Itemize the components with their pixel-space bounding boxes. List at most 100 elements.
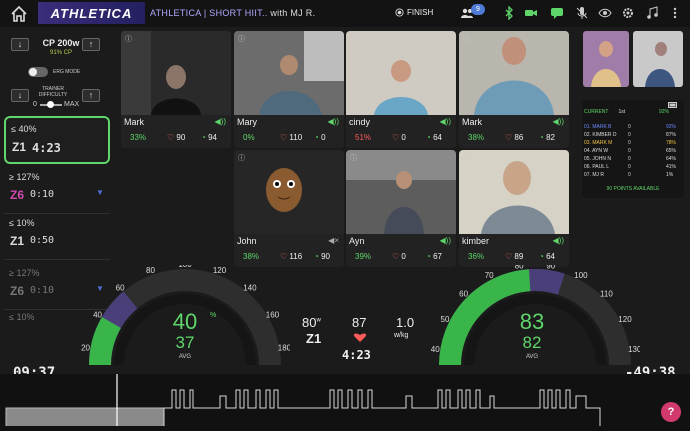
participant-tile[interactable]: ⓘ cindy ◀)) 51% 0 64 — [346, 31, 456, 148]
power-unit: % — [210, 312, 216, 319]
cp-value: CP 200w — [42, 38, 80, 48]
segment-target: ≤ 10% — [9, 218, 35, 228]
participant-tile[interactable]: ⓘ Mary ◀)) 0% 110 0 — [234, 31, 344, 148]
gauge-tick-label: 120 — [618, 315, 632, 324]
cp-increase-button[interactable]: ↑ — [82, 38, 100, 51]
gauge-tick-label: 40 — [431, 345, 440, 354]
participant-pct: 38% — [243, 252, 260, 261]
power-unit-w: w — [316, 317, 321, 324]
cp-decrease-button[interactable]: ↓ — [11, 38, 29, 51]
participant-cadence: 94 — [201, 133, 217, 142]
video-camera-icon[interactable] — [524, 6, 538, 20]
segment-time: 0:50 — [30, 235, 55, 246]
instructor-video[interactable] — [583, 31, 629, 87]
participant-pct: 51% — [355, 133, 372, 142]
participant-video — [459, 150, 569, 234]
avg-label: AVG — [526, 354, 539, 360]
leaderboard-pct: 92% — [659, 109, 670, 115]
participant-hr: 86 — [505, 133, 523, 142]
participant-tile[interactable]: ⓘ Ayn ◀)) 39% 0 67 — [346, 150, 456, 267]
gauge-tick-label: 60 — [116, 284, 125, 293]
gauge-tick-label: 140 — [243, 284, 257, 293]
difficulty-decrease-button[interactable]: ↓ — [11, 89, 29, 102]
segment-target: ≤ 40% — [11, 124, 37, 134]
participant-tile[interactable]: ⓘ kimber ◀)) 36% 89 64 — [459, 150, 569, 267]
finish-button[interactable]: FINISH — [395, 8, 433, 17]
gauge-tick-label: 130 — [628, 345, 640, 354]
participant-name: Mark — [124, 117, 144, 127]
power-value: 80 — [302, 315, 317, 330]
cadence-avg: 82 — [523, 333, 542, 352]
athletica-logo[interactable]: ATHLETICA — [38, 2, 145, 24]
avg-label: AVG — [179, 354, 192, 360]
participant-cadence: 90 — [314, 252, 330, 261]
gauge-tick-label: 180 — [278, 343, 290, 352]
gauge-tick-label: 80 — [515, 265, 524, 270]
participant-hr: 90 — [167, 133, 185, 142]
gauge-tick-label: 100 — [574, 271, 588, 280]
segment-time: 0:10 — [30, 285, 55, 296]
battery-icon — [668, 102, 677, 108]
bluetooth-icon[interactable] — [502, 6, 516, 20]
heart-rate-icon — [353, 333, 367, 342]
wkg-value: 1.0 — [396, 315, 415, 330]
erg-mode-toggle[interactable] — [28, 67, 48, 77]
segment-time: 0:10 — [30, 189, 55, 200]
gauge-tick-label: 120 — [213, 266, 227, 275]
power-gauge: 20 40 60 80 100 120 140 160 180 40 % 37 AVG — [81, 265, 290, 366]
wkg-unit: w/kg — [394, 332, 409, 339]
gauge-tick-label: 20 — [81, 343, 90, 352]
speaker-icon: ◀)) — [327, 117, 339, 126]
home-icon[interactable] — [9, 4, 29, 24]
music-icon[interactable] — [645, 6, 659, 20]
info-icon: ⓘ — [350, 36, 357, 43]
heart-rate: 87 — [352, 315, 367, 330]
trainer-difficulty-label: TRAINER DIFFICULTY — [38, 86, 68, 98]
segment-time: 4:23 — [32, 141, 61, 155]
participant-pct: 39% — [355, 252, 372, 261]
participant-name: cindy — [349, 117, 371, 127]
points-available: 90 POINTS AVAILABLE — [606, 186, 660, 192]
microphone-muted-icon[interactable] — [575, 6, 589, 20]
difficulty-slider[interactable] — [40, 101, 62, 108]
segment-zone: Z1 — [12, 140, 27, 154]
info-icon: ⓘ — [125, 36, 132, 43]
current-zone: Z1 — [306, 331, 322, 346]
participant-hr: 89 — [505, 252, 523, 261]
power-current: 40 — [173, 309, 197, 334]
speaker-icon: ◀)) — [552, 236, 564, 245]
segment-target: ≤ 10% — [9, 312, 35, 322]
settings-icon[interactable] — [621, 6, 635, 20]
self-video[interactable] — [633, 31, 683, 87]
participant-pct: 33% — [130, 133, 147, 142]
eye-icon[interactable] — [598, 6, 612, 20]
participant-name: Mark — [462, 117, 482, 127]
class-name: ATHLETICA | SHORT HIIT.. — [150, 8, 268, 18]
participant-hr: 116 — [280, 252, 302, 261]
power-watts: 80w — [302, 315, 321, 330]
cadence-current: 83 — [520, 309, 544, 334]
info-icon: ⓘ — [463, 36, 470, 43]
participant-tile[interactable]: ⓘ John ◀× 38% 116 90 — [234, 150, 344, 267]
participant-tile[interactable]: ⓘ Mark ◀)) 33% 90 94 — [121, 31, 231, 148]
workout-profile[interactable] — [0, 374, 690, 431]
participant-tile[interactable]: ⓘ Mark ◀)) 38% 86 82 — [459, 31, 569, 148]
help-button[interactable]: ? — [661, 402, 681, 422]
participant-hr: 0 — [392, 133, 405, 142]
gauge-tick-label: 90 — [546, 265, 555, 270]
info-icon: ⓘ — [463, 155, 470, 162]
difficulty-increase-button[interactable]: ↑ — [82, 89, 100, 102]
leaderboard: CURRENT 1st 92% 01. MARK B 0 92% 02. KIMBER… — [582, 100, 684, 198]
info-icon: ⓘ — [238, 155, 245, 162]
participant-hr: 110 — [280, 133, 302, 142]
segment-zone: Z6 — [10, 188, 25, 202]
participant-cadence: 64 — [426, 133, 442, 142]
menu-icon[interactable] — [668, 6, 682, 20]
segment-target: ≥ 127% — [9, 172, 40, 182]
participant-video — [121, 31, 231, 115]
place-label: 1st — [618, 109, 626, 115]
segment-target: ≥ 127% — [9, 268, 40, 278]
participant-video — [346, 150, 456, 234]
chat-icon[interactable] — [550, 6, 564, 20]
class-title: ATHLETICA | SHORT HIIT.. with MJ R. — [150, 8, 315, 18]
